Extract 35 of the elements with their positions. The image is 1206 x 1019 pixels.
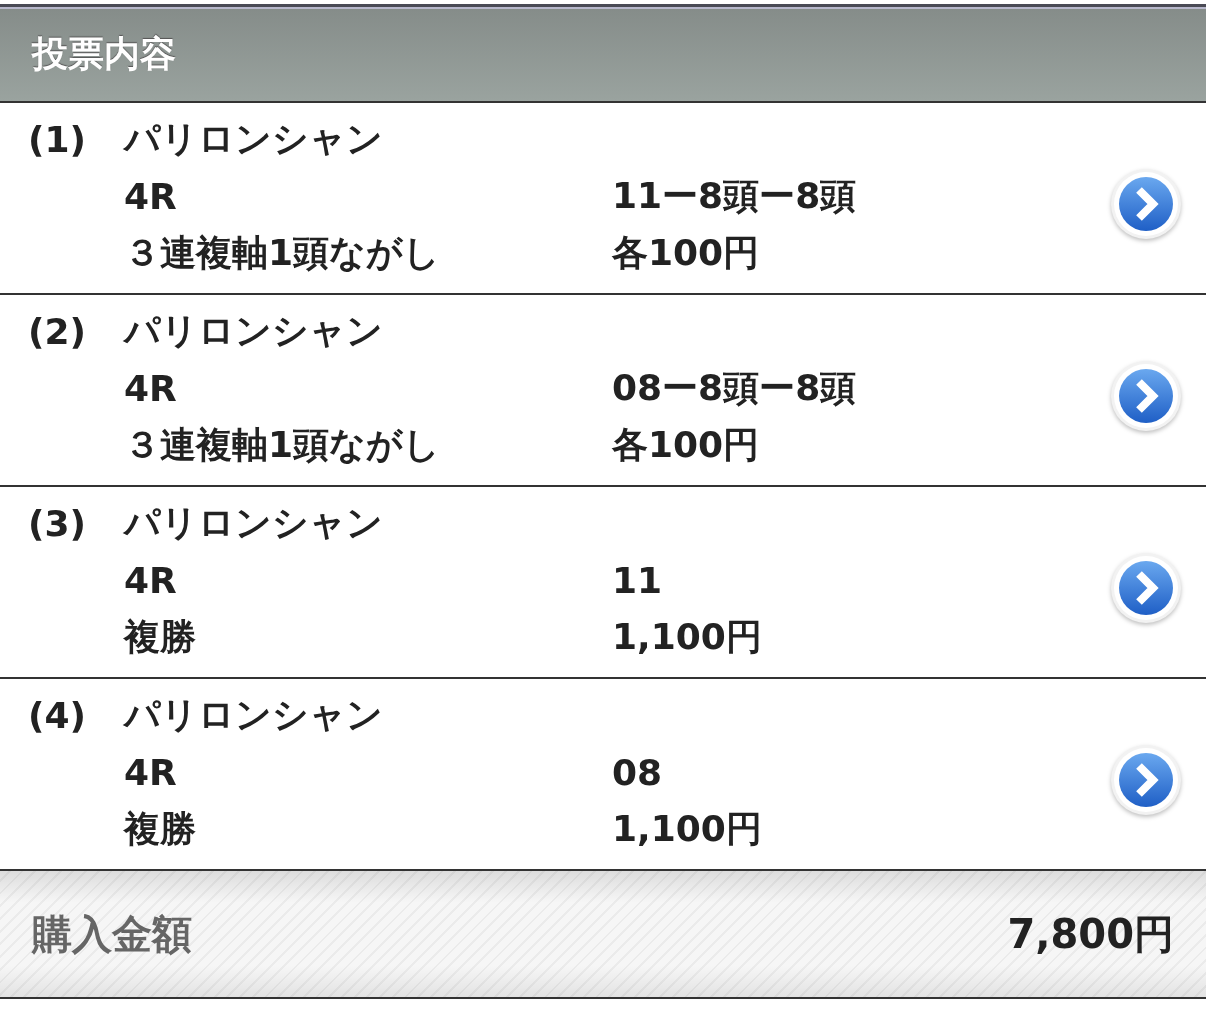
total-amount: 7,800円: [1007, 909, 1174, 959]
detail-button[interactable]: [1110, 359, 1182, 432]
bet-number: (2): [28, 311, 87, 352]
horse-selection: 08: [612, 752, 664, 793]
venue-name: パリロンシャン: [124, 117, 384, 161]
detail-button[interactable]: [1110, 167, 1182, 240]
bet-number: (3): [28, 503, 87, 544]
bet-type: 複勝: [124, 807, 197, 851]
bet-amount: 各100円: [612, 231, 761, 275]
venue-name: パリロンシャン: [124, 501, 384, 545]
venue-name: パリロンシャン: [124, 309, 384, 353]
horse-selection: 11ー8頭ー8頭: [612, 174, 858, 218]
race-number: 4R: [124, 752, 178, 793]
horse-selection: 08ー8頭ー8頭: [612, 366, 858, 410]
bet-number: (1): [28, 119, 87, 160]
detail-button[interactable]: [1110, 743, 1182, 816]
venue-name: パリロンシャン: [124, 693, 384, 737]
bet-amount: 各100円: [612, 423, 761, 467]
detail-button[interactable]: [1110, 551, 1182, 624]
chevron-circle-icon: [1110, 359, 1182, 432]
race-number: 4R: [124, 176, 178, 217]
race-number: 4R: [124, 560, 178, 601]
total-label: 購入金額: [32, 909, 192, 959]
horse-selection: 11: [612, 560, 664, 601]
chevron-circle-icon: [1110, 551, 1182, 624]
chevron-circle-icon: [1110, 743, 1182, 816]
bet-type: ３連複軸1頭ながし: [124, 423, 442, 467]
bet-type: 複勝: [124, 615, 197, 659]
chevron-circle-icon: [1110, 167, 1182, 240]
bet-number: (4): [28, 695, 87, 736]
race-number: 4R: [124, 368, 178, 409]
section-title: 投票内容: [32, 31, 176, 76]
bet-amount: 1,100円: [612, 615, 763, 659]
bet-type: ３連複軸1頭ながし: [124, 231, 442, 275]
bet-amount: 1,100円: [612, 807, 763, 851]
